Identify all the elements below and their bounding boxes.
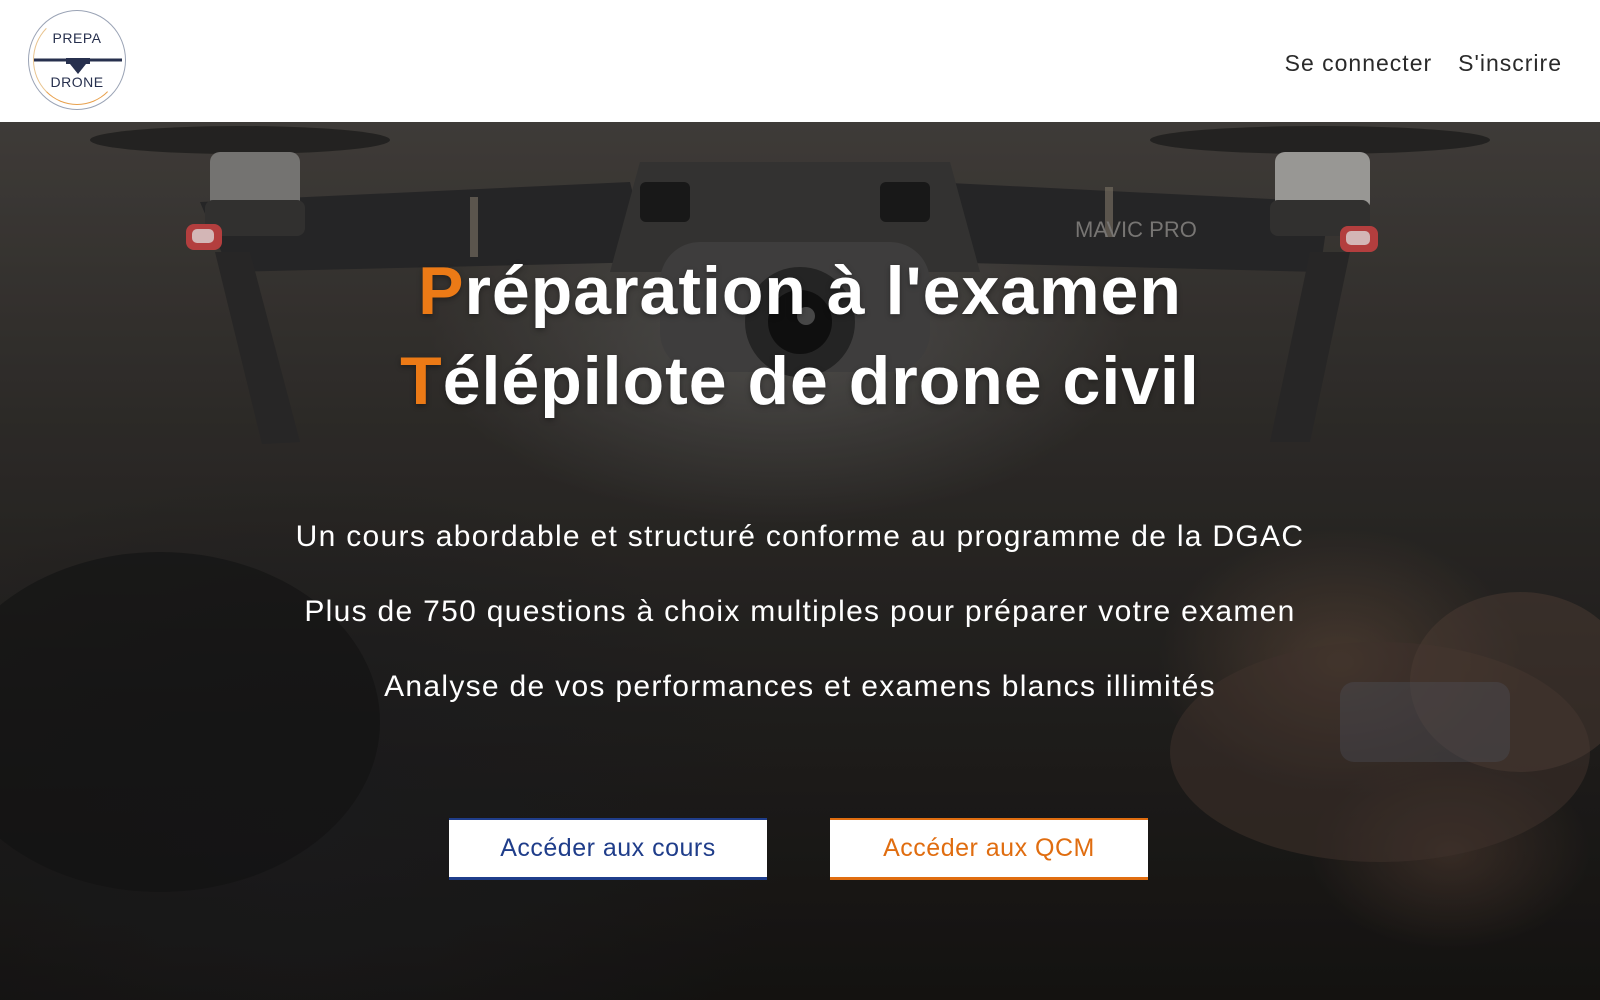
- tagline-questions: Plus de 750 questions à choix multiples …: [304, 595, 1296, 628]
- top-nav: Se connecter S'inscrire: [1285, 50, 1562, 77]
- title-initial-p: P: [418, 253, 465, 329]
- site-header: PREPA DRONE Se connecter S'inscrire: [0, 0, 1600, 122]
- title-line-2-text: élépilote de drone civil: [442, 343, 1200, 419]
- hero-section: MAVIC PRO Préparation à l'examen Télépil…: [0, 122, 1600, 1000]
- prepa-drone-logo[interactable]: PREPA DRONE: [28, 10, 126, 110]
- signup-link[interactable]: S'inscrire: [1458, 50, 1562, 77]
- title-line-1-text: réparation à l'examen: [464, 253, 1182, 329]
- logo-bottom-text: DRONE: [50, 74, 104, 90]
- tagline-course: Un cours abordable et structuré conforme…: [295, 520, 1305, 553]
- hero-title-line-2: Télépilote de drone civil: [0, 342, 1600, 420]
- login-link[interactable]: Se connecter: [1285, 50, 1433, 77]
- access-qcm-button[interactable]: Accéder aux QCM: [830, 818, 1148, 880]
- hero-title-line-1: Préparation à l'examen: [0, 252, 1600, 330]
- title-initial-t: T: [400, 343, 443, 419]
- logo-top-text: PREPA: [52, 30, 102, 46]
- tagline-analysis: Analyse de vos performances et examens b…: [384, 670, 1216, 703]
- access-courses-button[interactable]: Accéder aux cours: [449, 818, 767, 880]
